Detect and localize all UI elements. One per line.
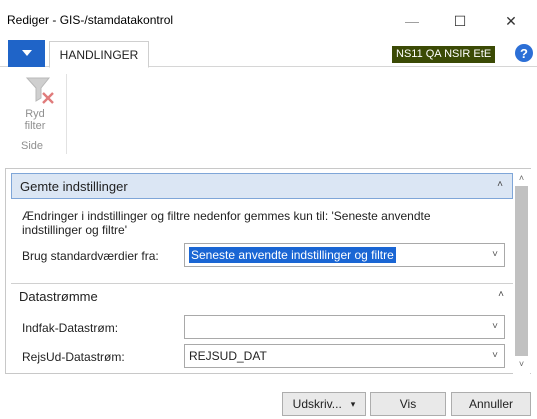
tab-handlinger[interactable]: HANDLINGER: [49, 41, 149, 68]
caret-down-icon: [21, 50, 32, 56]
scroll-down-icon[interactable]: ˅: [513, 356, 530, 372]
ribbon-body: [0, 68, 537, 166]
ribbon-divider: [66, 74, 67, 154]
view-button[interactable]: Vis: [370, 392, 446, 416]
clear-filter-button-label[interactable]: Ryd filter: [15, 108, 55, 132]
close-button[interactable]: ✕: [494, 6, 528, 36]
maximize-button[interactable]: ☐: [443, 6, 477, 36]
section-header-datastreams[interactable]: Datastrømme ˄: [11, 283, 513, 309]
print-button[interactable]: Udskriv... ▾: [282, 392, 366, 416]
company-badge[interactable]: NS11 QA NSIR EtE: [392, 46, 496, 63]
minimize-button[interactable]: —: [395, 6, 429, 36]
section-title: Gemte indstillinger: [20, 178, 128, 194]
indfak-datastream-label: Indfak-Datastrøm:: [22, 321, 119, 335]
indfak-datastream-select[interactable]: ˅: [184, 315, 505, 339]
section-header-saved-settings[interactable]: Gemte indstillinger ˄: [11, 173, 513, 199]
scrollbar-thumb[interactable]: [515, 186, 528, 356]
ribbon-menu-button[interactable]: [8, 40, 45, 67]
chevron-down-icon: ˅: [492, 249, 498, 260]
default-values-select[interactable]: Seneste anvendte indstillinger og filtre…: [184, 243, 505, 267]
window-title: Rediger - GIS-/stamdatakontrol: [7, 13, 174, 27]
content-panel: Gemte indstillinger ˄ Ændringer i indsti…: [5, 168, 531, 374]
ribbon-group-label: Side: [20, 140, 44, 152]
rejsud-datastream-label: RejsUd-Datastrøm:: [22, 350, 125, 364]
chevron-up-icon[interactable]: ˄: [497, 179, 503, 190]
cancel-button[interactable]: Annuller: [451, 392, 531, 416]
help-icon[interactable]: ?: [515, 44, 533, 62]
section-title: Datastrømme: [19, 289, 98, 304]
dropdown-arrow-icon: ▾: [350, 398, 356, 409]
rejsud-datastream-select[interactable]: REJSUD_DAT ˅: [184, 344, 505, 368]
default-values-label: Brug standardværdier fra:: [22, 249, 159, 263]
settings-info-text: Ændringer i indstillinger og filtre nede…: [22, 209, 431, 237]
clear-filter-icon[interactable]: [24, 74, 58, 108]
chevron-down-icon: ˅: [492, 350, 498, 361]
chevron-up-icon[interactable]: ˄: [498, 289, 504, 300]
chevron-down-icon: ˅: [492, 321, 498, 332]
scroll-up-icon[interactable]: ˄: [513, 170, 530, 186]
